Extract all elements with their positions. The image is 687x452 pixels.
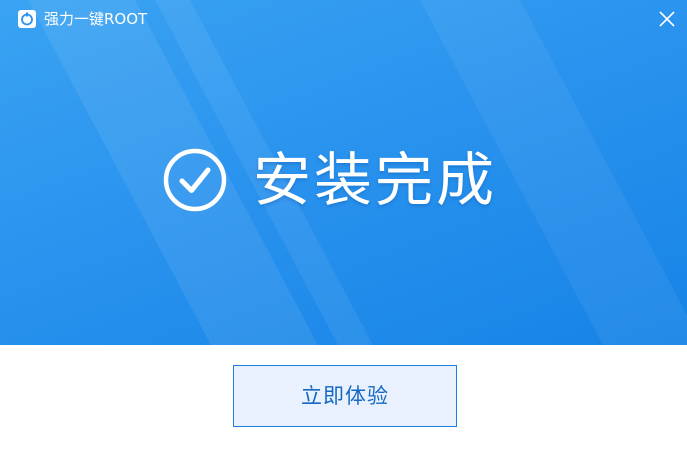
close-icon (659, 11, 675, 27)
title-bar: 强力一键ROOT (0, 0, 687, 38)
window-title: 强力一键ROOT (44, 10, 148, 28)
status-area: 安装完成 (0, 140, 687, 220)
check-circle-icon (163, 148, 227, 212)
status-message: 安装完成 (253, 146, 498, 214)
installer-window: 强力一键ROOT 安装完成 立即体验 (0, 0, 687, 452)
close-button[interactable] (652, 4, 682, 34)
try-now-button[interactable]: 立即体验 (233, 365, 457, 427)
footer-area: 立即体验 (0, 345, 687, 452)
header-banner: 强力一键ROOT 安装完成 (0, 0, 687, 345)
app-logo-icon (18, 10, 36, 28)
